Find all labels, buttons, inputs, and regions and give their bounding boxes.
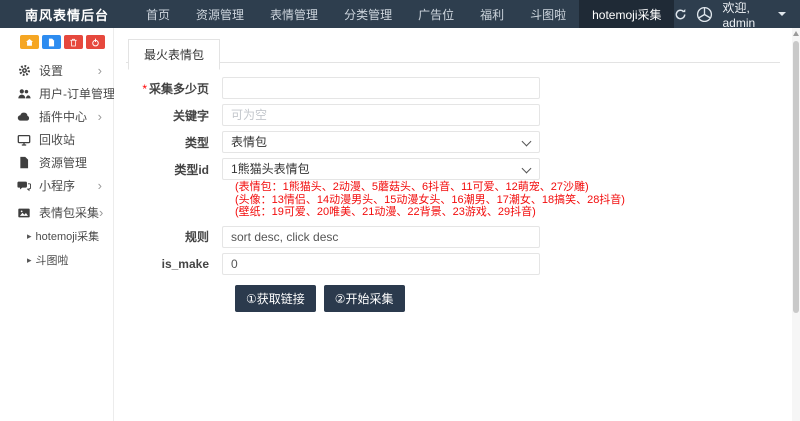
app-brand: 南风表情后台 <box>0 0 133 28</box>
is-make-input[interactable] <box>222 253 540 275</box>
required-marker: * <box>142 82 147 96</box>
pages-input[interactable] <box>222 77 540 99</box>
chevron-right-icon: › <box>98 110 102 123</box>
chevron-right-icon: › <box>98 64 102 77</box>
main-content: 最火表情包 *采集多少页 关键字 类型 表情包 类型id 1熊猫头表情包 <box>114 28 792 421</box>
form-row-pages: *采集多少页 <box>126 77 780 99</box>
monitor-icon <box>17 133 31 147</box>
pages-label: *采集多少页 <box>126 80 222 97</box>
form-buttons: ①获取链接 ②开始采集 <box>235 285 780 312</box>
keyword-input[interactable] <box>222 104 540 126</box>
nav-item-ads[interactable]: 广告位 <box>405 0 467 28</box>
scrollbar-thumb[interactable] <box>793 41 799 313</box>
sidebar-item-plugins[interactable]: 插件中心 › <box>0 105 113 128</box>
trash-icon <box>69 38 78 47</box>
sidebar-item-user-orders[interactable]: 用户-订单管理 › <box>0 82 113 105</box>
vertical-scrollbar[interactable] <box>792 28 800 421</box>
type-select[interactable]: 表情包 <box>222 131 540 153</box>
chevron-right-icon: › <box>99 206 103 219</box>
sidebar-item-label: 小程序 <box>39 177 75 194</box>
rule-input[interactable] <box>222 226 540 248</box>
sidebar: 设置 › 用户-订单管理 › 插件中心 › 回收站 <box>0 28 114 421</box>
type-label: 类型 <box>126 134 222 151</box>
triangle-bullet-icon: ▸ <box>27 231 32 242</box>
sidebar-item-label: 用户-订单管理 <box>39 85 115 102</box>
user-wheel-icon[interactable] <box>696 6 713 23</box>
sidebar-subitem-label: 斗图啦 <box>36 252 69 268</box>
start-collect-button[interactable]: ②开始采集 <box>324 285 405 312</box>
sidebar-item-mini-program[interactable]: 小程序 › <box>0 174 113 197</box>
sidebar-item-label: 回收站 <box>39 131 75 148</box>
home-quick-button[interactable] <box>20 35 39 49</box>
nav-item-doutula[interactable]: 斗图啦 <box>517 0 579 28</box>
sidebar-item-label: 设置 <box>39 62 63 79</box>
is-make-label: is_make <box>126 257 222 271</box>
welcome-text[interactable]: 欢迎, admin <box>722 0 768 30</box>
file-quick-button[interactable] <box>42 35 61 49</box>
nav-item-resources[interactable]: 资源管理 <box>183 0 257 28</box>
power-quick-button[interactable] <box>86 35 105 49</box>
tab-bar: 最火表情包 <box>126 38 780 63</box>
type-id-select[interactable]: 1熊猫头表情包 <box>222 158 540 180</box>
file-icon <box>47 38 56 47</box>
form-row-rule: 规则 <box>126 226 780 248</box>
hint-avatar-categories: (头像：13情侣、14动漫男头、15动漫女头、16潮男、17潮女、18搞笑、28… <box>235 194 780 207</box>
type-id-select-wrap: 1熊猫头表情包 <box>222 158 540 180</box>
hint-wallpaper-categories: (壁纸：19可爱、20唯美、21动漫、22背景、23游戏、29抖音) <box>235 206 780 219</box>
sidebar-subitem-doutula[interactable]: ▸ 斗图啦 <box>0 248 113 272</box>
nav-item-home[interactable]: 首页 <box>133 0 183 28</box>
top-navbar: 南风表情后台 首页 资源管理 表情管理 分类管理 广告位 福利 斗图啦 hote… <box>0 0 800 28</box>
nav-item-welfare[interactable]: 福利 <box>467 0 517 28</box>
type-id-hints: (表情包：1熊猫头、2动漫、5蘑菇头、6抖音、11可爱、12萌宠、27沙雕) (… <box>235 181 780 219</box>
power-icon <box>91 38 100 47</box>
type-select-wrap: 表情包 <box>222 131 540 153</box>
get-links-button[interactable]: ①获取链接 <box>235 285 316 312</box>
nav-item-hotemoji-collect[interactable]: hotemoji采集 <box>579 0 674 28</box>
nav-item-emoji[interactable]: 表情管理 <box>257 0 331 28</box>
refresh-icon[interactable] <box>674 8 687 21</box>
sidebar-item-settings[interactable]: 设置 › <box>0 59 113 82</box>
sidebar-subitem-label: hotemoji采集 <box>36 228 100 244</box>
cloud-icon <box>17 110 31 124</box>
hint-emoji-categories: (表情包：1熊猫头、2动漫、5蘑菇头、6抖音、11可爱、12萌宠、27沙雕) <box>235 181 780 194</box>
image-icon <box>17 206 31 220</box>
sidebar-menu: 设置 › 用户-订单管理 › 插件中心 › 回收站 <box>0 59 113 272</box>
keyword-label: 关键字 <box>126 107 222 124</box>
chevron-right-icon: › <box>98 179 102 192</box>
sidebar-subitem-hotemoji[interactable]: ▸ hotemoji采集 <box>0 224 113 248</box>
tab-hottest-emoji[interactable]: 最火表情包 <box>128 39 220 70</box>
trash-quick-button[interactable] <box>64 35 83 49</box>
form-row-keyword: 关键字 <box>126 104 780 126</box>
collect-form: *采集多少页 关键字 类型 表情包 类型id 1熊猫头表情包 (表情包：1熊 <box>126 77 780 312</box>
sidebar-item-emoji-collect[interactable]: 表情包采集 › <box>0 201 113 224</box>
form-row-type: 类型 表情包 <box>126 131 780 153</box>
navbar-right: 欢迎, admin <box>674 0 800 28</box>
sidebar-item-resources[interactable]: 资源管理 <box>0 151 113 174</box>
scroll-up-arrow-icon[interactable] <box>793 31 799 36</box>
caret-down-icon[interactable] <box>778 12 786 16</box>
rule-label: 规则 <box>126 228 222 245</box>
sidebar-item-recycle-bin[interactable]: 回收站 <box>0 128 113 151</box>
main-nav: 首页 资源管理 表情管理 分类管理 广告位 福利 斗图啦 hotemoji采集 <box>133 0 674 28</box>
nav-item-category[interactable]: 分类管理 <box>331 0 405 28</box>
users-icon <box>17 87 31 101</box>
sidebar-item-label: 资源管理 <box>39 154 87 171</box>
file-icon <box>17 156 31 170</box>
type-id-label: 类型id <box>126 161 222 178</box>
sidebar-item-label: 插件中心 <box>39 108 87 125</box>
home-icon <box>25 38 34 47</box>
sidebar-quick-buttons <box>0 28 113 49</box>
form-row-is-make: is_make <box>126 253 780 275</box>
sidebar-item-label: 表情包采集 <box>39 204 99 221</box>
form-row-type-id: 类型id 1熊猫头表情包 <box>126 158 780 180</box>
comments-icon <box>17 179 31 193</box>
triangle-bullet-icon: ▸ <box>27 255 32 266</box>
gear-icon <box>17 64 31 78</box>
